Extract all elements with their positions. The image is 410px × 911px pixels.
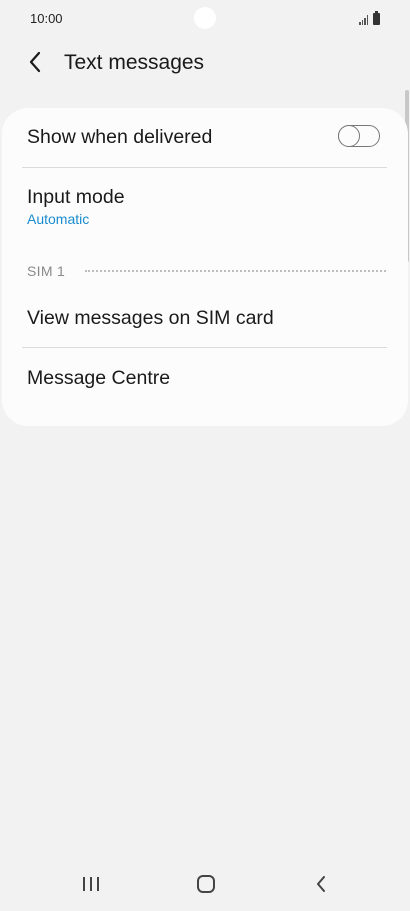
input-mode-value: Automatic: [27, 211, 90, 227]
input-mode-label: Input mode: [27, 186, 125, 208]
toggle-knob: [337, 124, 360, 147]
show-when-delivered-row[interactable]: Show when delivered: [27, 125, 386, 149]
nav-back-button[interactable]: [297, 864, 345, 904]
navigation-bar: [0, 856, 410, 911]
back-button[interactable]: [20, 47, 50, 77]
show-when-delivered-label: Show when delivered: [27, 126, 213, 148]
chevron-left-icon: [29, 51, 41, 73]
home-button[interactable]: [182, 864, 230, 904]
message-centre-label: Message Centre: [27, 367, 171, 389]
home-icon: [197, 875, 215, 893]
view-messages-on-sim-row[interactable]: View messages on SIM card: [27, 306, 386, 330]
recent-apps-icon: [83, 877, 99, 891]
section-header-sim1: SIM 1: [27, 263, 386, 279]
settings-card: Show when delivered Input mode Automatic…: [2, 108, 408, 426]
status-icons: [359, 11, 380, 25]
page-title: Text messages: [64, 51, 205, 74]
status-bar: 10:00: [0, 0, 410, 38]
recent-apps-button[interactable]: [67, 864, 115, 904]
battery-icon: [373, 11, 380, 25]
view-messages-on-sim-label: View messages on SIM card: [27, 307, 274, 329]
input-mode-row[interactable]: Input mode Automatic: [27, 185, 386, 228]
section-label: SIM 1: [27, 263, 66, 279]
show-when-delivered-toggle[interactable]: [337, 124, 380, 147]
message-centre-row[interactable]: Message Centre: [27, 366, 386, 390]
camera-cutout: [194, 7, 216, 29]
status-time: 10:00: [30, 11, 63, 26]
app-header: Text messages: [0, 42, 410, 82]
section-divider-dots: [85, 270, 386, 272]
divider: [22, 167, 387, 168]
divider: [22, 347, 387, 348]
signal-icon: [359, 15, 368, 25]
back-icon: [317, 876, 325, 892]
